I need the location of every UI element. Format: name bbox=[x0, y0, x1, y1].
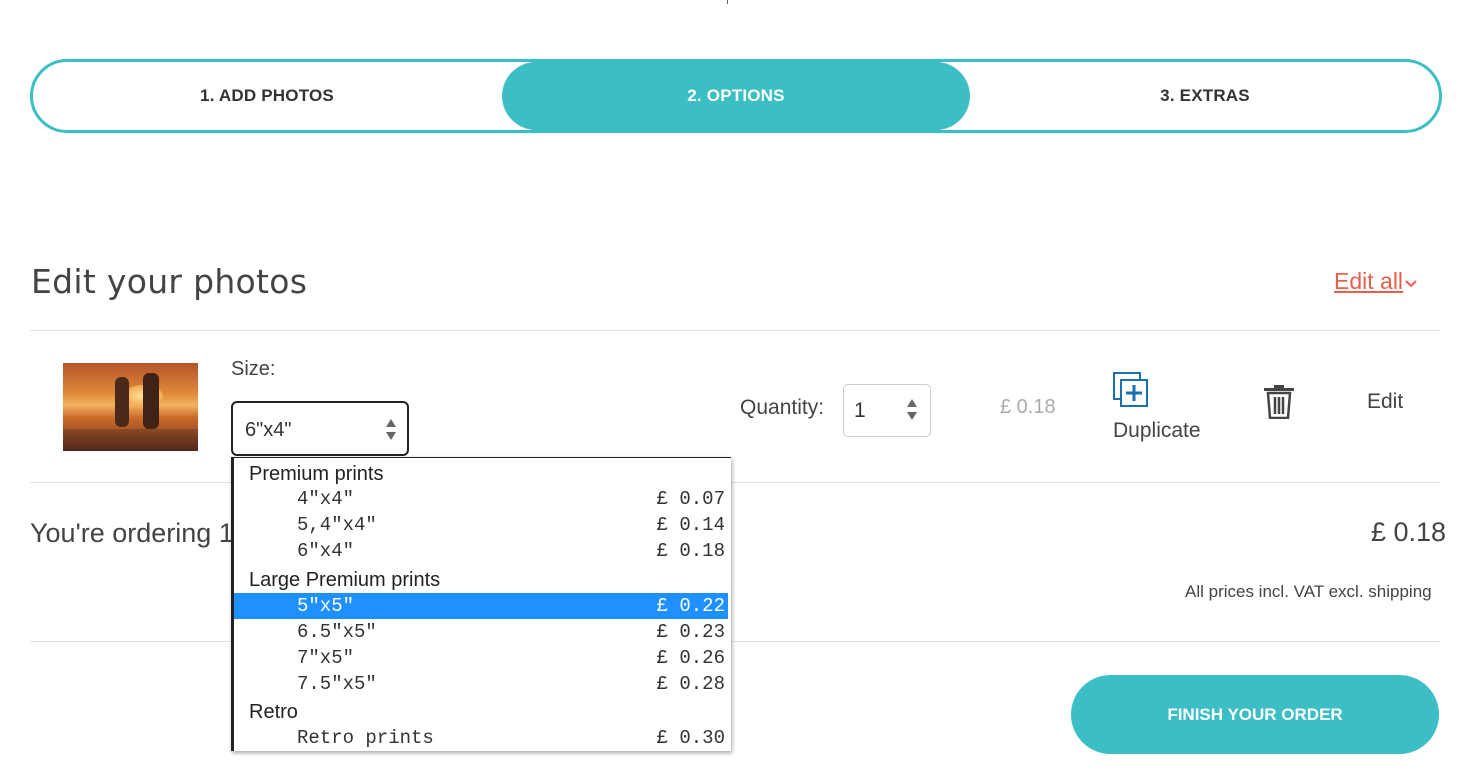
finish-order-button[interactable]: FINISH YOUR ORDER bbox=[1071, 675, 1439, 754]
quantity-stepper[interactable]: 1 bbox=[843, 384, 931, 437]
edit-all-link[interactable]: Edit all bbox=[1334, 268, 1417, 295]
edit-all-label: Edit all bbox=[1334, 268, 1404, 294]
group-label-retro: Retro bbox=[249, 701, 298, 723]
select-arrows-icon bbox=[386, 419, 398, 443]
group-label-premium: Premium prints bbox=[249, 463, 384, 485]
option-price: £ 0.30 bbox=[656, 727, 725, 749]
group-label-large-premium: Large Premium prints bbox=[249, 569, 441, 591]
duplicate-button[interactable]: Duplicate bbox=[1113, 419, 1201, 443]
edit-button[interactable]: Edit bbox=[1367, 390, 1403, 414]
step-options[interactable]: 2. OPTIONS bbox=[502, 62, 970, 130]
chevron-down-icon bbox=[1405, 275, 1417, 291]
section-title: Edit your photos bbox=[31, 262, 308, 301]
size-option-selected[interactable]: 5"x5" £ 0.22 bbox=[234, 593, 728, 619]
vat-note: All prices incl. VAT excl. shipping bbox=[1185, 582, 1432, 601]
size-option[interactable]: 7.5"x5" £ 0.28 bbox=[234, 671, 728, 697]
option-name: Retro prints bbox=[297, 727, 434, 749]
step-add-photos[interactable]: 1. ADD PHOTOS bbox=[33, 62, 501, 130]
thumbnail-sea bbox=[63, 429, 198, 451]
order-total: £ 0.18 bbox=[1371, 517, 1447, 547]
size-option[interactable]: Retro prints £ 0.30 bbox=[234, 725, 728, 751]
size-option[interactable]: 6"x4" £ 0.18 bbox=[234, 538, 728, 564]
item-price: £ 0.18 bbox=[1000, 396, 1056, 418]
trash-icon[interactable] bbox=[1263, 385, 1295, 420]
ordering-summary: You're ordering 1 bbox=[30, 518, 234, 548]
quantity-value: 1 bbox=[854, 399, 866, 422]
option-price: £ 0.28 bbox=[656, 673, 725, 695]
option-name: 6"x4" bbox=[297, 540, 355, 562]
step-extras[interactable]: 3. EXTRAS bbox=[971, 62, 1439, 130]
quantity-label: Quantity: bbox=[740, 396, 825, 419]
option-price: £ 0.14 bbox=[656, 514, 725, 536]
option-price: £ 0.22 bbox=[656, 595, 725, 617]
option-price: £ 0.18 bbox=[656, 540, 725, 562]
order-steps: 1. ADD PHOTOS 2. OPTIONS 3. EXTRAS bbox=[30, 59, 1442, 133]
thumbnail-person bbox=[143, 373, 159, 429]
option-price: £ 0.07 bbox=[656, 488, 725, 510]
photo-thumbnail[interactable] bbox=[63, 363, 198, 451]
size-option[interactable]: 5,4"x4" £ 0.14 bbox=[234, 512, 728, 538]
option-name: 5,4"x4" bbox=[297, 514, 377, 536]
option-name: 4"x4" bbox=[297, 488, 355, 510]
divider bbox=[30, 330, 1440, 331]
thumbnail-person bbox=[115, 377, 129, 427]
option-name: 6.5"x5" bbox=[297, 621, 377, 643]
option-name: 7"x5" bbox=[297, 647, 355, 669]
size-select[interactable]: 6"x4" bbox=[231, 401, 409, 456]
option-name: 7.5"x5" bbox=[297, 673, 377, 695]
size-dropdown-list[interactable]: Premium prints 4"x4" £ 0.07 5,4"x4" £ 0.14… bbox=[231, 457, 731, 751]
option-name: 5"x5" bbox=[297, 595, 355, 617]
size-option[interactable]: 7"x5" £ 0.26 bbox=[234, 645, 728, 671]
size-select-value: 6"x4" bbox=[245, 419, 292, 441]
size-option[interactable]: 4"x4" £ 0.07 bbox=[234, 486, 728, 512]
option-price: £ 0.26 bbox=[656, 647, 725, 669]
size-option[interactable]: 6.5"x5" £ 0.23 bbox=[234, 619, 728, 645]
option-price: £ 0.23 bbox=[656, 621, 725, 643]
size-label: Size: bbox=[231, 358, 276, 380]
duplicate-plus-icon[interactable] bbox=[1113, 372, 1149, 408]
top-divider-mark bbox=[727, 0, 728, 4]
stepper-arrows-icon[interactable] bbox=[907, 399, 919, 423]
